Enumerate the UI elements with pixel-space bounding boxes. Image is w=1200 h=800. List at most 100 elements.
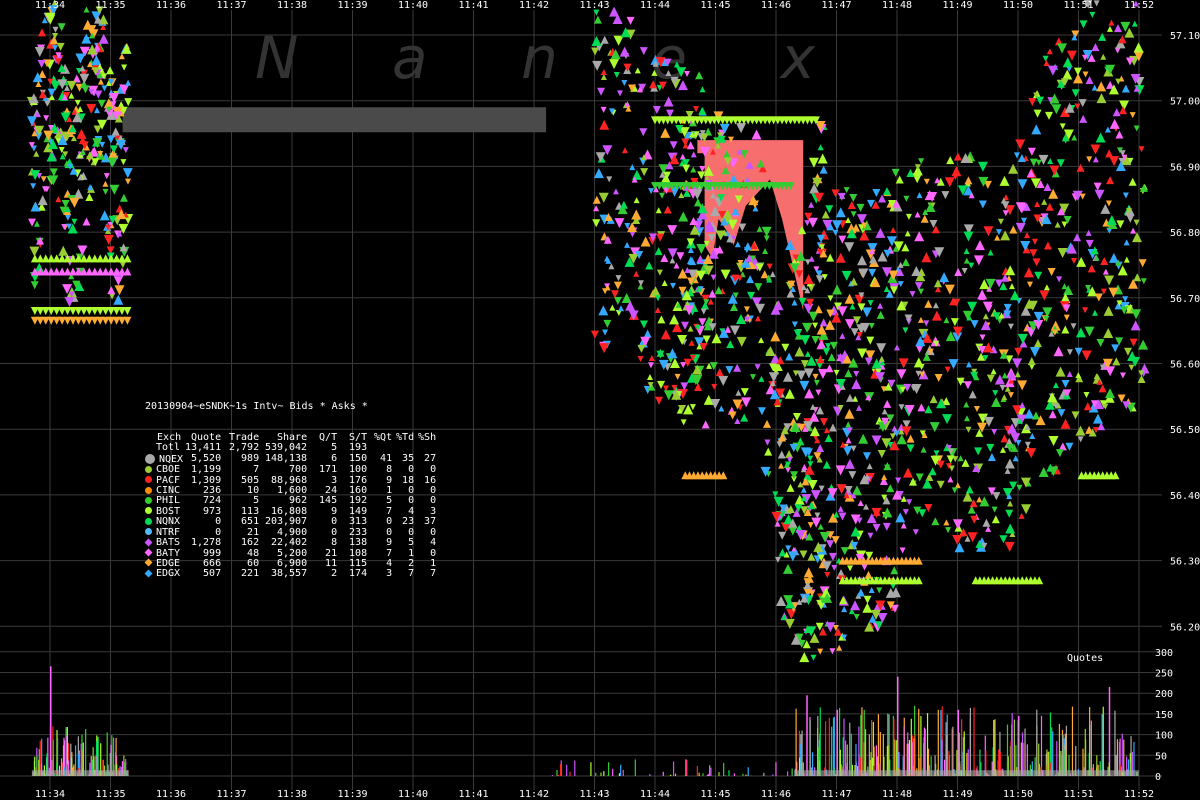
- quote-triangle: [1007, 392, 1014, 399]
- quote-triangle: [931, 517, 940, 526]
- quote-triangle: [986, 443, 995, 452]
- quote-triangle: [905, 213, 912, 220]
- quote-triangle: [613, 281, 622, 290]
- quote-triangle: [1133, 42, 1144, 53]
- quote-triangle: [599, 343, 610, 354]
- quote-triangle: [1091, 84, 1098, 91]
- quote-triangle: [769, 271, 776, 278]
- volume-bar: [65, 735, 67, 776]
- quote-triangle: [616, 90, 623, 97]
- quote-triangle: [669, 141, 678, 150]
- quote-triangle: [75, 53, 86, 64]
- time-tick-bottom: 11:51: [1063, 789, 1093, 800]
- volume-bar: [763, 772, 765, 776]
- quote-triangle: [711, 383, 718, 390]
- quote-triangle: [1126, 214, 1135, 223]
- quote-triangle: [1034, 201, 1041, 208]
- quote-triangle: [619, 46, 630, 57]
- quote-triangle: [782, 371, 793, 382]
- quote-triangle: [1103, 328, 1114, 339]
- volume-bar: [747, 767, 749, 776]
- quote-triangle: [799, 380, 810, 391]
- quote-triangle: [826, 253, 835, 262]
- quote-triangle: [906, 444, 915, 453]
- volume-bar: [994, 719, 996, 776]
- quote-triangle: [944, 284, 955, 295]
- volume-bar: [106, 732, 108, 776]
- stats-cell-quote: 13,411: [184, 442, 222, 454]
- quote-triangle: [804, 388, 815, 399]
- stats-exchange-label: EDGX: [156, 568, 181, 580]
- quote-triangle: [778, 462, 785, 469]
- quote-triangle: [790, 471, 799, 480]
- quote-triangle: [807, 455, 814, 462]
- quote-triangle: [1090, 144, 1101, 155]
- quote-triangle: [606, 176, 613, 183]
- quote-triangle: [804, 350, 811, 357]
- volume-bar: [706, 774, 709, 776]
- quote-triangle: [963, 381, 972, 390]
- quote-triangle: [656, 233, 665, 242]
- quote-triangle: [56, 42, 65, 51]
- time-tick-bottom: 11:41: [458, 789, 488, 800]
- volume-bar: [111, 735, 113, 776]
- quote-triangle: [58, 245, 69, 256]
- volume-bar: [861, 707, 863, 776]
- quote-triangle: [1009, 225, 1018, 234]
- quote-triangle: [678, 192, 685, 199]
- quote-triangle: [982, 518, 991, 527]
- quote-triangle: [901, 426, 912, 437]
- quote-triangle: [40, 176, 47, 183]
- volume-peak: [836, 709, 838, 776]
- time-tick-bottom: 11:49: [942, 789, 972, 800]
- quote-triangle: [1002, 210, 1009, 217]
- time-tick-top: 11:44: [640, 0, 670, 11]
- quote-triangle: [617, 305, 624, 312]
- quote-triangle: [868, 323, 875, 330]
- volume-bar: [1021, 732, 1024, 776]
- quote-triangle: [613, 296, 622, 305]
- volume-bar: [603, 771, 605, 776]
- quote-triangle: [832, 220, 843, 231]
- quote-triangle: [882, 522, 891, 531]
- stats-exchange-label: BATY: [156, 547, 181, 559]
- stats-cell-qt: 8: [331, 537, 338, 549]
- stats-exchange-label: NTRF: [156, 526, 181, 538]
- quote-triangle: [1000, 434, 1009, 443]
- stats-exchange-label: NQEX: [159, 453, 184, 465]
- quote-triangle: [1098, 384, 1107, 393]
- quote-triangle: [952, 534, 963, 545]
- quote-triangle: [1082, 307, 1089, 314]
- quote-triangle: [645, 261, 654, 270]
- exchange-color-icon: [145, 465, 152, 473]
- quote-triangle: [886, 236, 897, 247]
- quote-triangle: [936, 480, 945, 489]
- quote-triangle: [898, 404, 905, 411]
- quote-triangle: [740, 388, 749, 397]
- quote-triangle: [764, 439, 771, 446]
- quote-triangle: [122, 147, 129, 154]
- exchange-color-icon: [145, 507, 152, 515]
- stats-header-cell: %Sh: [418, 432, 437, 444]
- stats-cell-share: 539,042: [264, 442, 308, 454]
- quote-triangle: [1058, 442, 1067, 451]
- quote-triangle: [776, 441, 783, 448]
- volume-bar: [622, 769, 624, 776]
- quote-triangle: [602, 329, 609, 336]
- time-tick-bottom: 11:45: [700, 789, 730, 800]
- quote-triangle: [850, 211, 857, 218]
- quote-triangle: [1061, 221, 1068, 228]
- quote-triangle: [640, 168, 649, 177]
- volume-bar: [1114, 710, 1116, 776]
- quote-triangle: [1026, 281, 1033, 288]
- quote-triangle: [853, 371, 860, 378]
- volume-bar: [831, 726, 833, 776]
- quote-triangle: [900, 495, 907, 502]
- quote-triangle: [819, 418, 828, 427]
- quote-triangle: [1043, 241, 1052, 250]
- quote-triangle: [770, 331, 781, 342]
- time-tick-bottom: 11:50: [1003, 789, 1033, 800]
- quote-triangle: [896, 369, 907, 380]
- time-tick-bottom: 11:35: [95, 789, 125, 800]
- quote-triangle: [1026, 448, 1037, 459]
